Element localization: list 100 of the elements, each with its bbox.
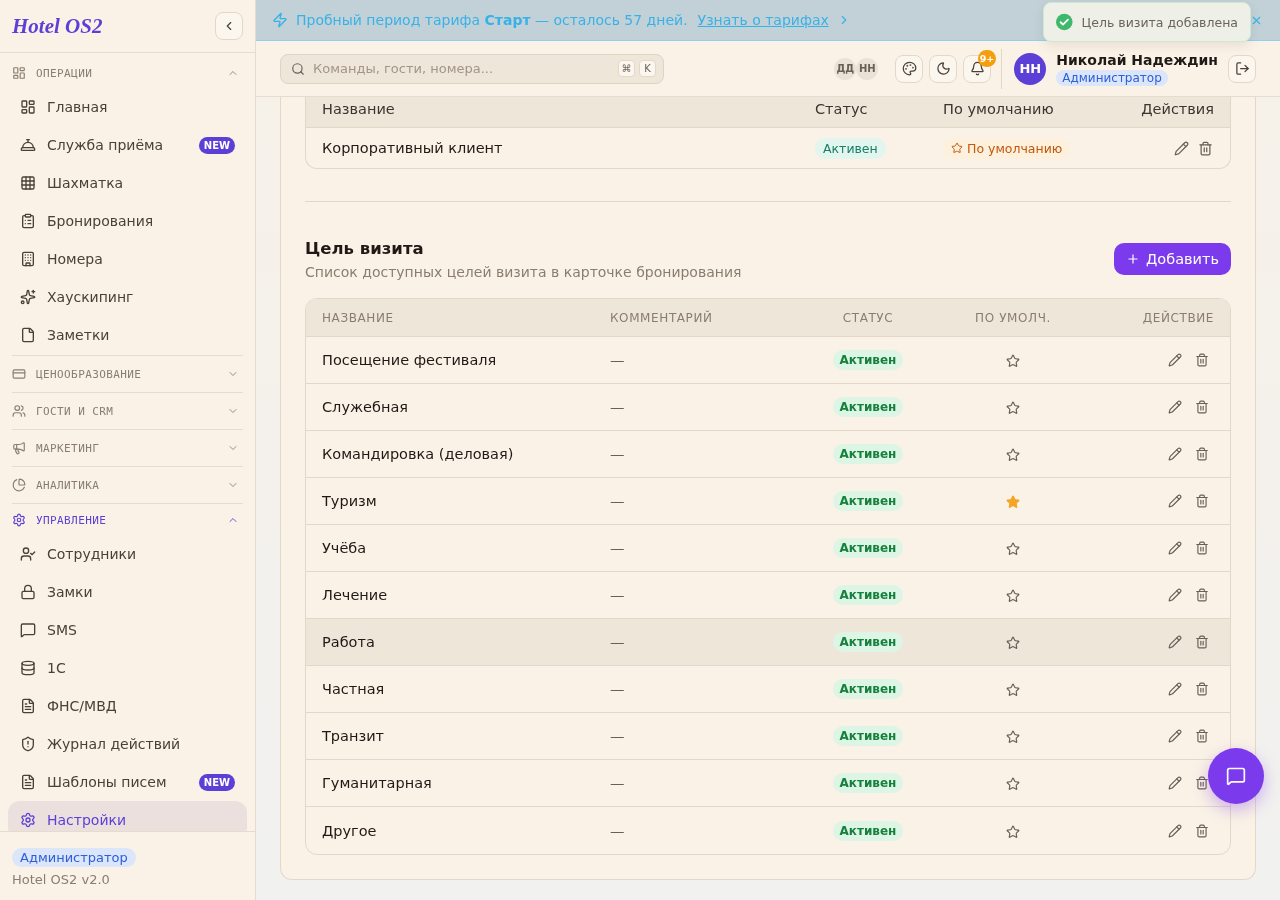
document-icon [20,698,36,714]
grid-icon [20,175,36,191]
table-cell: Транзит [322,728,384,744]
pencil-icon[interactable] [1174,140,1189,156]
nav-item[interactable]: Бронирования [8,202,247,240]
table-cell: — [610,540,625,556]
table-cell: Корпоративный клиент [322,140,503,156]
new-badge: NEW [198,773,235,791]
trash-icon[interactable] [1195,447,1209,461]
nav-item[interactable]: Шахматка [8,164,247,202]
table-cell: — [610,446,625,462]
pencil-icon[interactable] [1168,682,1182,696]
table-cell: — [610,775,625,791]
star-icon[interactable] [1006,730,1020,744]
nav-item[interactable]: Служба приёма NEW [8,126,247,164]
nav-item[interactable]: ФНС/МВД [8,687,247,725]
nav-item[interactable]: Номера [8,240,247,278]
user-name: Николай Надеждин [1056,51,1218,68]
add-button[interactable]: Добавить [1114,243,1231,275]
star-icon[interactable] [1006,683,1020,697]
trash-icon[interactable] [1195,729,1209,743]
nav-item[interactable]: Сотрудники [8,535,247,573]
section-header[interactable]: ГОСТИ И CRM [12,394,243,428]
star-icon[interactable] [1006,354,1020,368]
star-icon[interactable] [1006,448,1020,462]
star-icon[interactable] [1006,777,1020,791]
trash-icon[interactable] [1195,776,1209,790]
section-header[interactable]: ЦЕНООБРАЗОВАНИЕ [12,357,243,391]
star-icon[interactable] [1006,401,1020,415]
star-icon[interactable] [1006,495,1020,509]
role-badge: Администратор [12,848,136,867]
status-badge: Активен [832,820,904,841]
nav-item[interactable]: Главная [8,88,247,126]
section-subtitle: Список доступных целей визита в карточке бронирования [305,263,742,280]
trash-icon[interactable] [1195,823,1209,838]
trash-icon[interactable] [1195,353,1209,367]
logout-button[interactable] [1228,54,1256,83]
table-cell: — [610,681,625,697]
star-icon[interactable] [1006,589,1020,603]
trash-icon[interactable] [1195,494,1209,508]
nav-item[interactable]: Шаблоны писем NEW [8,763,247,801]
building-icon [20,251,36,267]
trash-icon[interactable] [1195,541,1209,555]
users-icon [12,404,26,418]
theme-button[interactable] [895,54,924,83]
trash-icon[interactable] [1195,635,1209,649]
nav-item[interactable]: Заметки [8,316,247,354]
user-check-icon [20,546,36,562]
lightning-icon [272,12,288,28]
database-icon [20,660,36,676]
section-title: Цель визита [305,238,424,258]
file-icon [20,327,36,343]
trash-icon[interactable] [1195,400,1209,414]
pencil-icon[interactable] [1168,635,1182,649]
star-icon[interactable] [1006,824,1020,839]
column-header: Действия [1141,100,1214,117]
pencil-icon[interactable] [1168,823,1182,838]
status-badge: Активен [832,585,904,605]
star-icon[interactable] [1006,542,1020,556]
nav-item[interactable]: Настройки [8,801,247,831]
app-logo: Hotel OS2 [12,13,103,39]
section-header[interactable]: АНАЛИТИКА [12,468,243,502]
table-cell: Командировка (деловая) [322,446,514,462]
megaphone-icon [12,441,26,455]
shield-icon [20,736,36,752]
pencil-icon[interactable] [1168,588,1182,602]
trash-icon[interactable] [1195,682,1209,696]
trash-icon[interactable] [1198,140,1213,156]
sparkles-icon [20,289,36,305]
table-cell: Учёба [322,540,367,556]
pencil-icon[interactable] [1168,353,1182,367]
pencil-icon[interactable] [1168,776,1182,790]
table-cell: Гуманитарная [322,775,432,791]
nav-item[interactable]: Журнал действий [8,725,247,763]
trash-icon[interactable] [1195,588,1209,602]
logout-icon [1234,61,1250,76]
pencil-icon[interactable] [1168,447,1182,461]
table-cell: Лечение [322,587,388,603]
section-header[interactable]: МАРКЕТИНГ [12,431,243,465]
nav-item[interactable]: 1С [8,649,247,687]
highlighted-row[interactable]: Работа — Активен [306,619,1230,666]
dashboard-icon [12,66,26,80]
star-icon[interactable] [1006,636,1020,650]
column-header: ПО УМОЛЧ. [975,310,1051,325]
pencil-icon[interactable] [1168,494,1182,508]
pencil-icon[interactable] [1168,729,1182,743]
section-header[interactable]: УПРАВЛЕНИЕ [12,505,243,535]
column-header: СТАТУС [842,310,894,325]
nav-item[interactable]: Замки [8,573,247,611]
new-badge: NEW [198,136,235,154]
pencil-icon[interactable] [1168,400,1182,414]
status-badge: Активен [815,137,886,159]
table-cell: — [610,728,625,744]
dark-mode-button[interactable] [929,54,958,83]
nav-item[interactable]: Хаускипинг [8,278,247,316]
settings-icon [20,812,36,828]
section-header[interactable]: ОПЕРАЦИИ [12,58,243,88]
presence-avatar: ДД [834,57,857,80]
pencil-icon[interactable] [1168,541,1182,555]
nav-item[interactable]: SMS [8,611,247,649]
